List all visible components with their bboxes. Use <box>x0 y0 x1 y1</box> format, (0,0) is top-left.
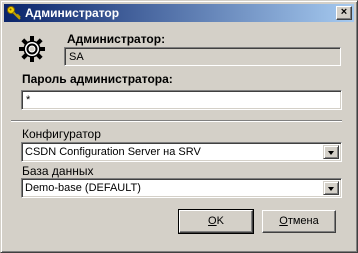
password-field[interactable]: * <box>21 90 342 110</box>
admin-label: Администратор: <box>67 32 166 46</box>
ok-button[interactable]: ОK <box>178 209 254 234</box>
separator <box>11 120 342 122</box>
database-dropdown-button[interactable] <box>323 181 339 195</box>
cancel-button[interactable]: Отмена <box>262 210 336 233</box>
chevron-down-icon <box>328 151 334 155</box>
admin-dialog: Администратор × Администратор: SA Пароль… <box>0 0 358 253</box>
database-label: База данных <box>22 164 94 178</box>
close-button[interactable]: × <box>336 6 352 20</box>
key-icon <box>7 6 21 20</box>
password-label: Пароль администратора: <box>22 72 173 86</box>
window-title: Администратор <box>25 6 120 20</box>
configurator-dropdown-button[interactable] <box>323 145 339 159</box>
chevron-down-icon <box>328 187 334 191</box>
ok-mnemonic: О <box>208 215 217 227</box>
cancel-mnemonic: О <box>279 215 288 227</box>
configurator-select[interactable]: CSDN Configuration Server на SRV <box>21 142 342 162</box>
admin-name-field: SA <box>64 47 341 66</box>
close-icon: × <box>340 6 348 18</box>
gear-icon <box>19 36 45 62</box>
title-bar[interactable]: Администратор × <box>4 4 354 22</box>
cancel-label: тмена <box>287 215 319 227</box>
ok-label: K <box>216 215 224 227</box>
configurator-label: Конфигуратор <box>22 127 101 141</box>
database-value: Demo-base (DEFAULT) <box>25 182 141 194</box>
configurator-value: CSDN Configuration Server на SRV <box>25 146 201 158</box>
database-select[interactable]: Demo-base (DEFAULT) <box>21 178 342 198</box>
